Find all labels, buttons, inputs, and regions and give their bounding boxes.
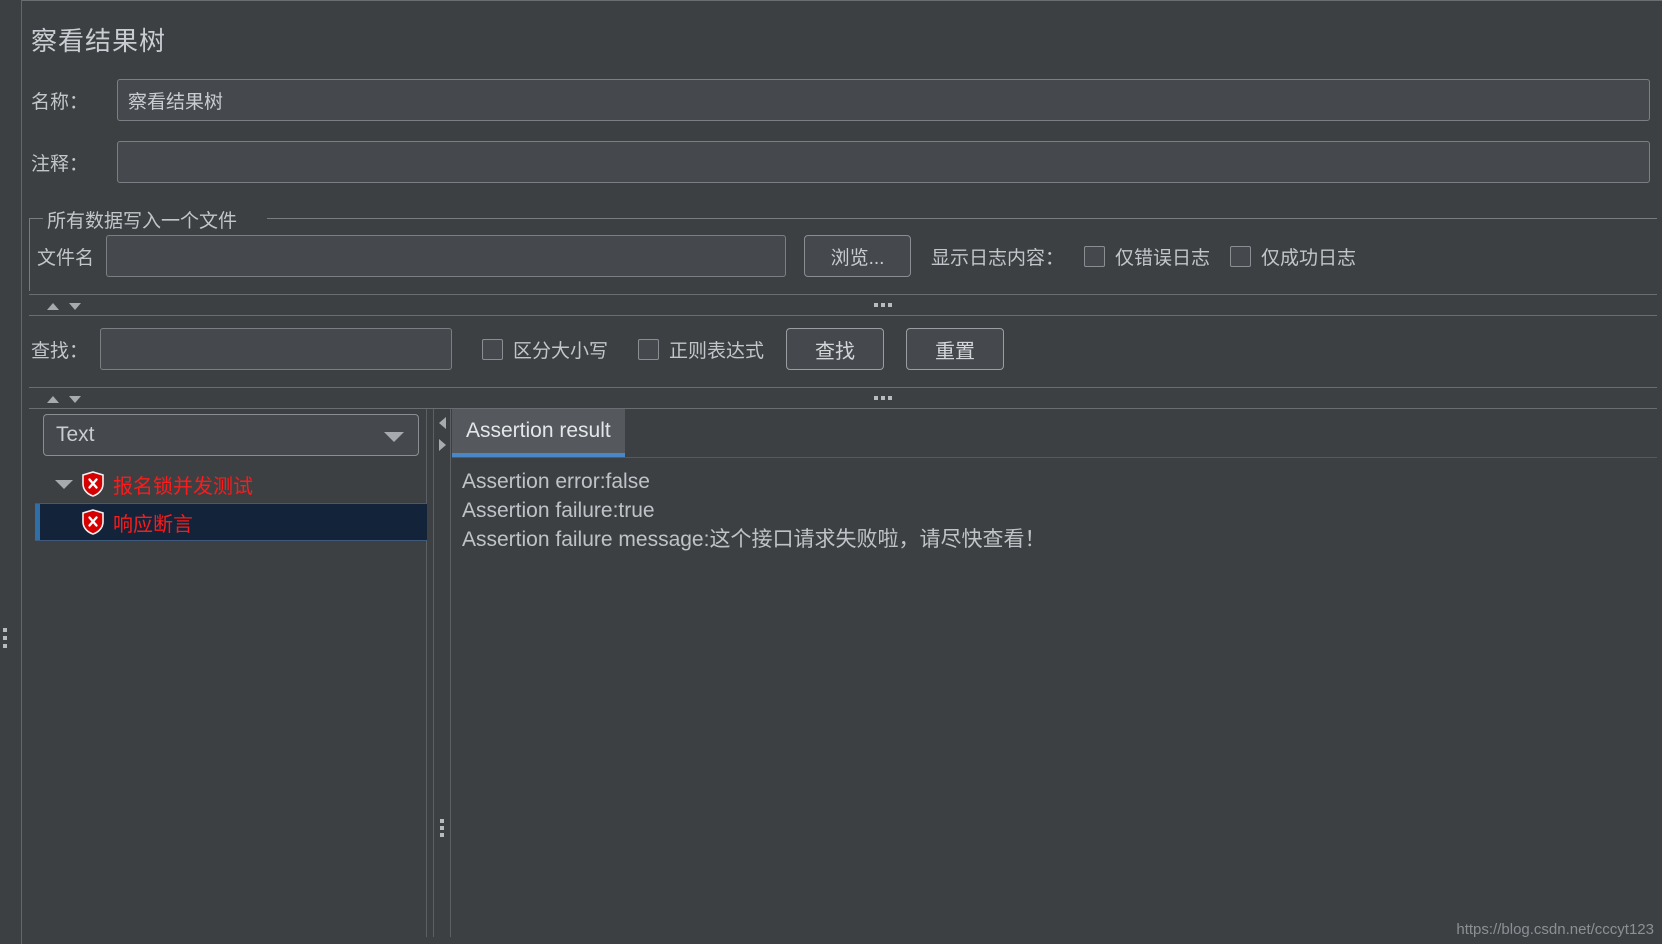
tabstrip-divider <box>452 457 1657 458</box>
tree-row[interactable]: 报名锁并发测试 <box>35 465 427 503</box>
name-label: 名称： <box>31 91 89 113</box>
collapse-down-icon-2[interactable] <box>69 396 81 403</box>
splitter-bar-upper[interactable] <box>29 294 1657 316</box>
result-tabstrip: Assertion result <box>452 409 1657 458</box>
tree-row-label: 响应断言 <box>113 513 193 536</box>
find-input[interactable] <box>100 328 453 370</box>
result-detail-column: Assertion result Assertion error:false A… <box>452 409 1657 937</box>
left-splitter-handle[interactable] <box>2 628 9 654</box>
assertion-failure-line: Assertion failure:true <box>462 499 655 522</box>
reset-button[interactable]: 重置 <box>906 328 1005 370</box>
find-button[interactable]: 查找 <box>786 328 885 370</box>
collapse-left-icon[interactable] <box>439 417 446 429</box>
groupbox-border-edge <box>29 218 30 291</box>
collapse-right-icon[interactable] <box>439 439 446 451</box>
errors-only-checkbox[interactable] <box>1084 245 1106 267</box>
comment-row: 注释： <box>31 141 1650 183</box>
splitter-grip-icon[interactable] <box>874 303 892 307</box>
chevron-down-icon[interactable] <box>384 432 404 442</box>
groupbox-title: 所有数据写入一个文件 <box>47 211 238 232</box>
splitter-grip-icon-2[interactable] <box>874 396 892 400</box>
vertical-splitter-grip-icon[interactable] <box>440 819 444 840</box>
filename-row: 文件名 浏览... 显示日志内容： 仅错误日志 仅成功日志 <box>37 235 1356 277</box>
groupbox-border-right <box>267 218 1657 219</box>
expand-toggle-icon[interactable] <box>55 479 73 489</box>
name-row: 名称： 察看结果树 <box>31 79 1650 121</box>
comment-input[interactable] <box>117 141 1650 183</box>
filename-input[interactable] <box>106 235 787 277</box>
splitter-bar-lower[interactable] <box>29 387 1657 409</box>
renderer-select-value: Text <box>56 423 95 446</box>
results-split-area: Text 报名锁并发测试 响应断言 Assertion result Asser… <box>29 409 1657 937</box>
find-label: 查找： <box>31 340 89 362</box>
case-sensitive-checkbox-group[interactable]: 区分大小写 <box>482 336 608 363</box>
show-log-content-label: 显示日志内容： <box>931 247 1065 269</box>
find-bar: 查找： 区分大小写 正则表达式 查找 重置 <box>31 328 1005 370</box>
tree-row-label: 报名锁并发测试 <box>113 475 253 498</box>
collapse-up-icon[interactable] <box>47 303 59 310</box>
assertion-result-body: Assertion error:false Assertion failure:… <box>452 459 1657 937</box>
assertion-failure-message-line: Assertion failure message:这个接口请求失败啦，请尽快查… <box>462 528 1046 551</box>
vertical-splitter[interactable] <box>433 409 451 937</box>
name-input[interactable]: 察看结果树 <box>117 79 1650 121</box>
comment-label: 注释： <box>31 153 89 175</box>
viewresults-tree-panel: 察看结果树 名称： 察看结果树 注释： 所有数据写入一个文件 文件名 浏览...… <box>0 0 1662 944</box>
case-sensitive-label: 区分大小写 <box>513 340 609 362</box>
errors-only-checkbox-group[interactable]: 仅错误日志 <box>1084 243 1210 270</box>
successes-only-label: 仅成功日志 <box>1261 247 1357 269</box>
watermark: https://blog.csdn.net/cccyt123 <box>1456 921 1654 938</box>
error-shield-icon <box>81 509 105 535</box>
error-shield-icon <box>81 471 105 497</box>
results-tree-column: Text 报名锁并发测试 响应断言 <box>35 409 427 937</box>
case-sensitive-checkbox[interactable] <box>482 338 504 360</box>
tree-row[interactable]: 响应断言 <box>35 503 427 541</box>
successes-only-checkbox[interactable] <box>1230 245 1252 267</box>
page-title: 察看结果树 <box>31 26 167 56</box>
panel-content: 察看结果树 名称： 察看结果树 注释： 所有数据写入一个文件 文件名 浏览...… <box>23 1 1662 944</box>
errors-only-label: 仅错误日志 <box>1115 247 1211 269</box>
results-tree[interactable]: 报名锁并发测试 响应断言 <box>35 465 427 937</box>
renderer-select[interactable]: Text <box>43 414 419 456</box>
regex-label: 正则表达式 <box>669 340 765 362</box>
regex-checkbox[interactable] <box>638 338 660 360</box>
browse-button[interactable]: 浏览... <box>804 235 912 277</box>
regex-checkbox-group[interactable]: 正则表达式 <box>638 336 764 363</box>
groupbox-border-left <box>29 218 43 219</box>
assertion-error-line: Assertion error:false <box>462 470 650 493</box>
successes-only-checkbox-group[interactable]: 仅成功日志 <box>1230 243 1356 270</box>
tab-assertion-result[interactable]: Assertion result <box>452 409 625 453</box>
filename-label: 文件名 <box>37 247 95 269</box>
collapse-up-icon-2[interactable] <box>47 396 59 403</box>
write-all-data-groupbox: 所有数据写入一个文件 文件名 浏览... 显示日志内容： 仅错误日志 仅成功日志 <box>29 209 1657 291</box>
collapse-down-icon[interactable] <box>69 303 81 310</box>
left-gutter <box>0 0 22 944</box>
